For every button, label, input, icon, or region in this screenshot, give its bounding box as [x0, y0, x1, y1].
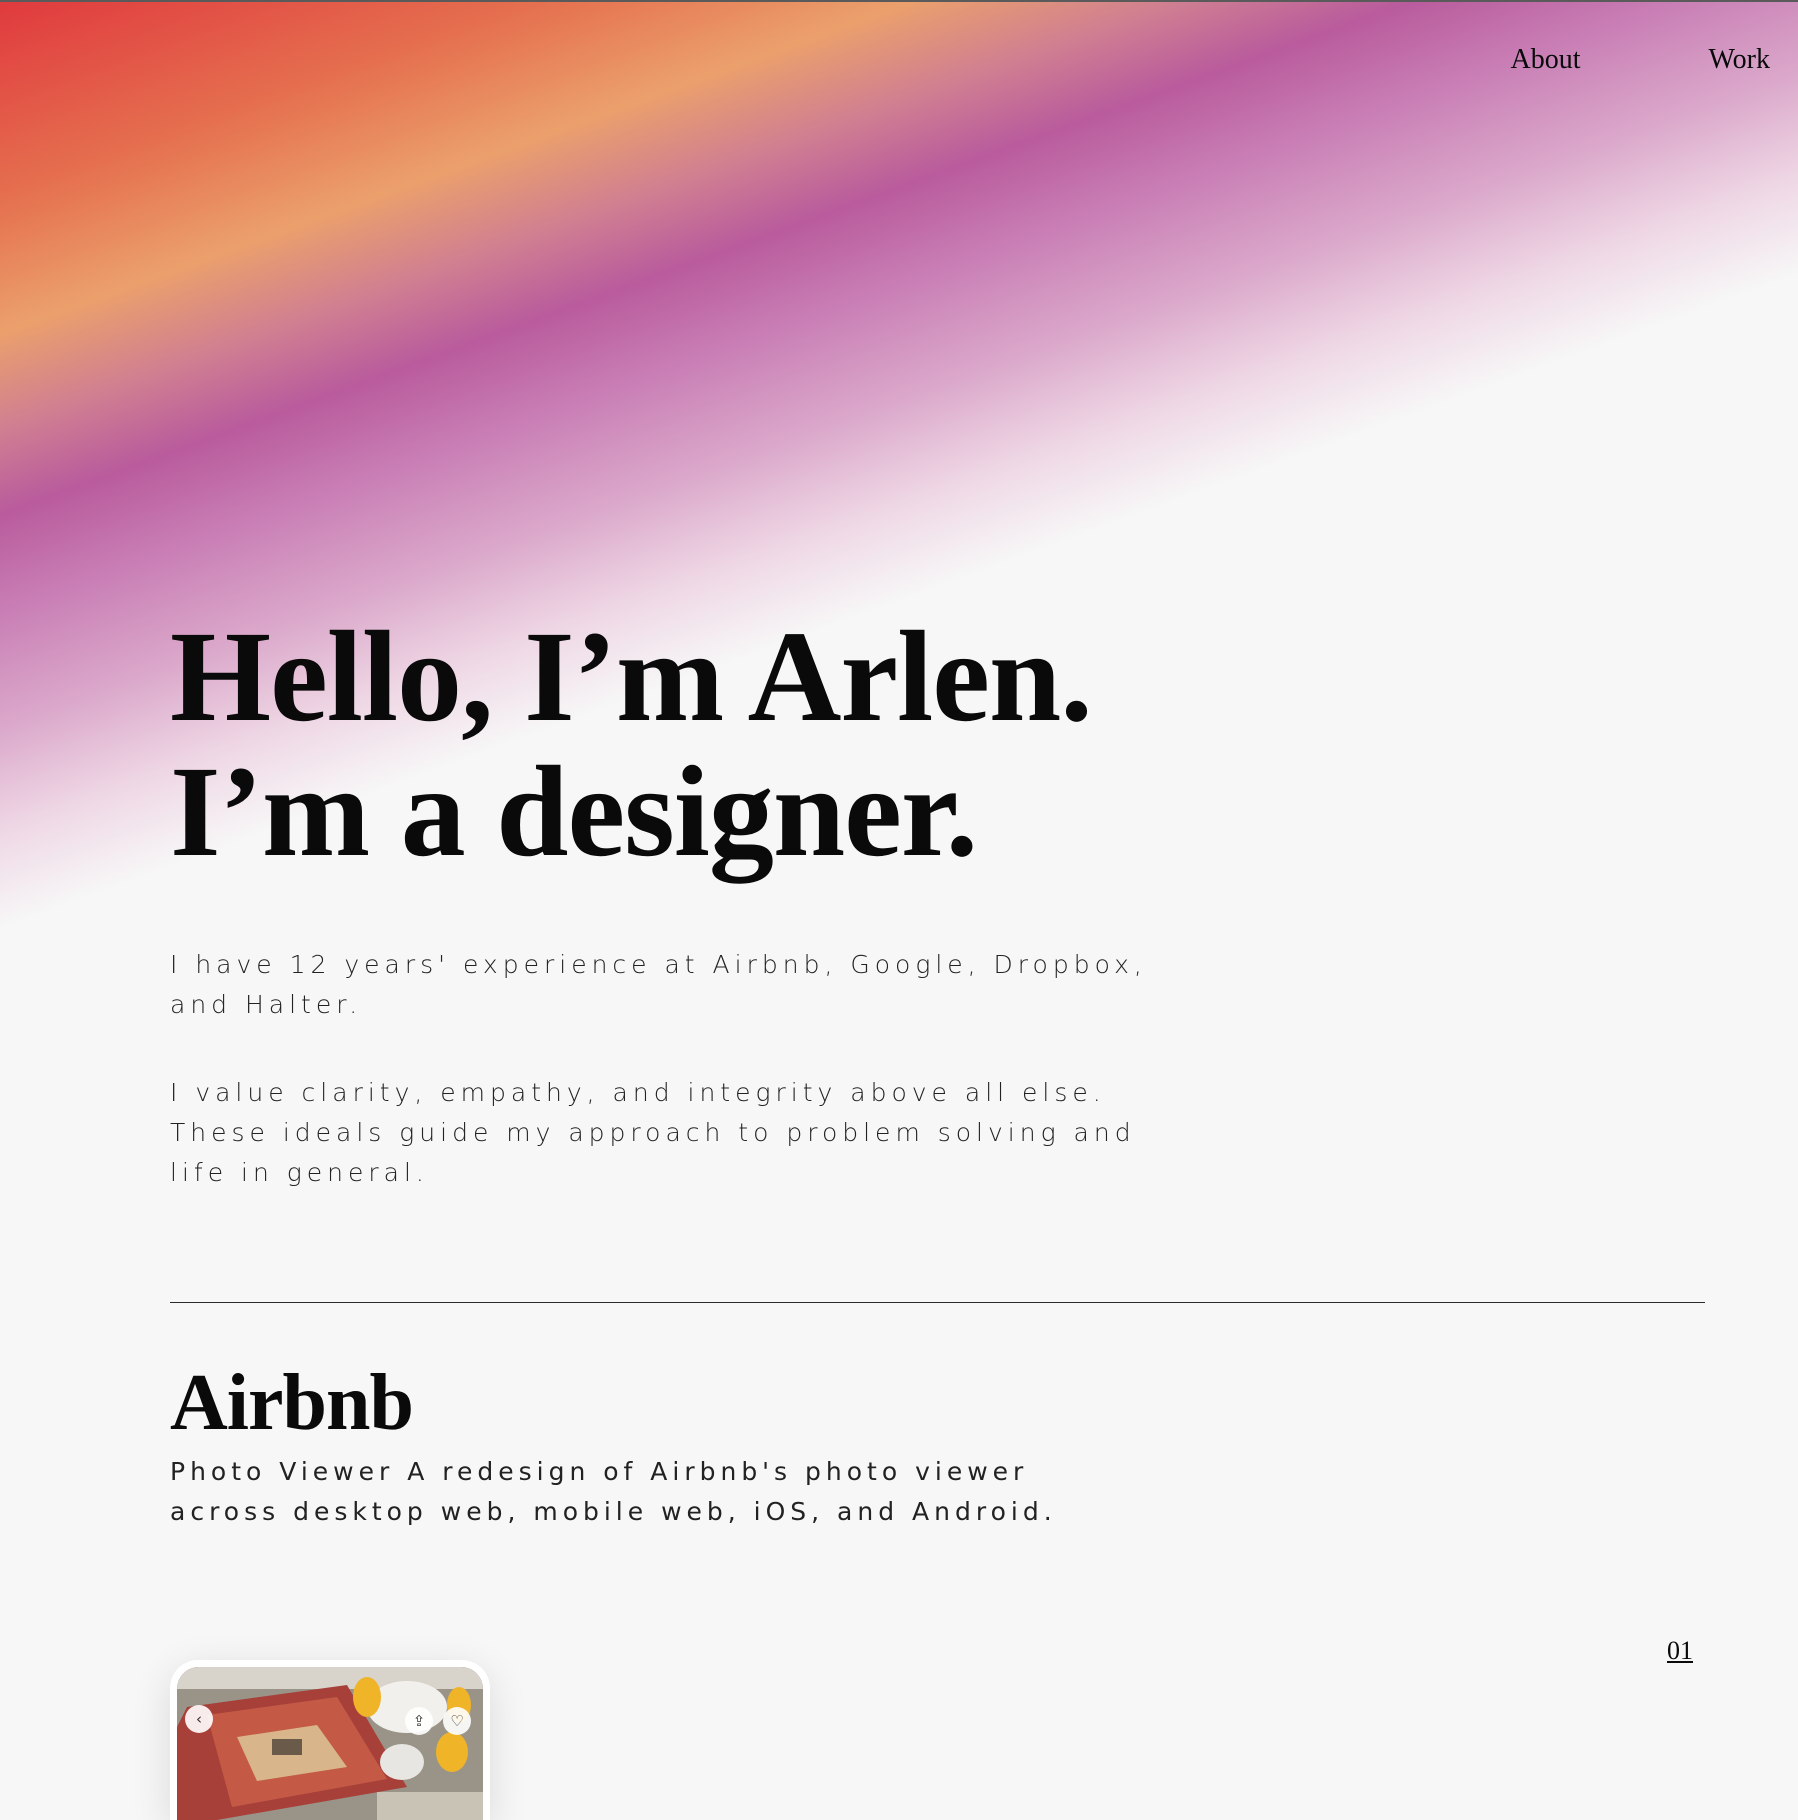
section-divider [170, 1302, 1705, 1303]
project-title[interactable]: Airbnb [170, 1355, 414, 1451]
project-description: Photo Viewer A redesign of Airbnb's phot… [170, 1457, 1057, 1526]
project-number-link[interactable]: 01 [1667, 1636, 1693, 1666]
hero-heading-line-2: I’m a designer. [170, 740, 978, 884]
intro-paragraph-values: I value clarity, empathy, and integrity … [170, 1078, 1136, 1187]
project-preview-phone[interactable]: ‹ ⇪ ♡ [170, 1660, 490, 1820]
share-icon: ⇪ [412, 1712, 426, 1730]
intro-paragraph-experience: I have 12 years' experience at Airbnb, G… [170, 950, 1147, 1019]
hero-heading-line-1: Hello, I’m Arlen. [170, 605, 1093, 749]
nav-about-link[interactable]: About [1510, 44, 1580, 76]
intro-text: I have 12 years' experience at Airbnb, G… [170, 945, 1150, 1241]
nav-work-link[interactable]: Work [1708, 44, 1770, 76]
hero-heading: Hello, I’m Arlen. I’m a designer. [170, 610, 1470, 880]
room-photo-illustration [177, 1667, 483, 1820]
heart-icon: ♡ [450, 1712, 464, 1730]
chevron-left-icon: ‹ [196, 1710, 202, 1728]
save-button[interactable]: ♡ [443, 1707, 471, 1735]
back-button[interactable]: ‹ [185, 1705, 213, 1733]
main-nav: About Work [1510, 44, 1770, 76]
project-preview-photo: ‹ ⇪ ♡ [177, 1667, 483, 1820]
share-button[interactable]: ⇪ [405, 1707, 433, 1735]
